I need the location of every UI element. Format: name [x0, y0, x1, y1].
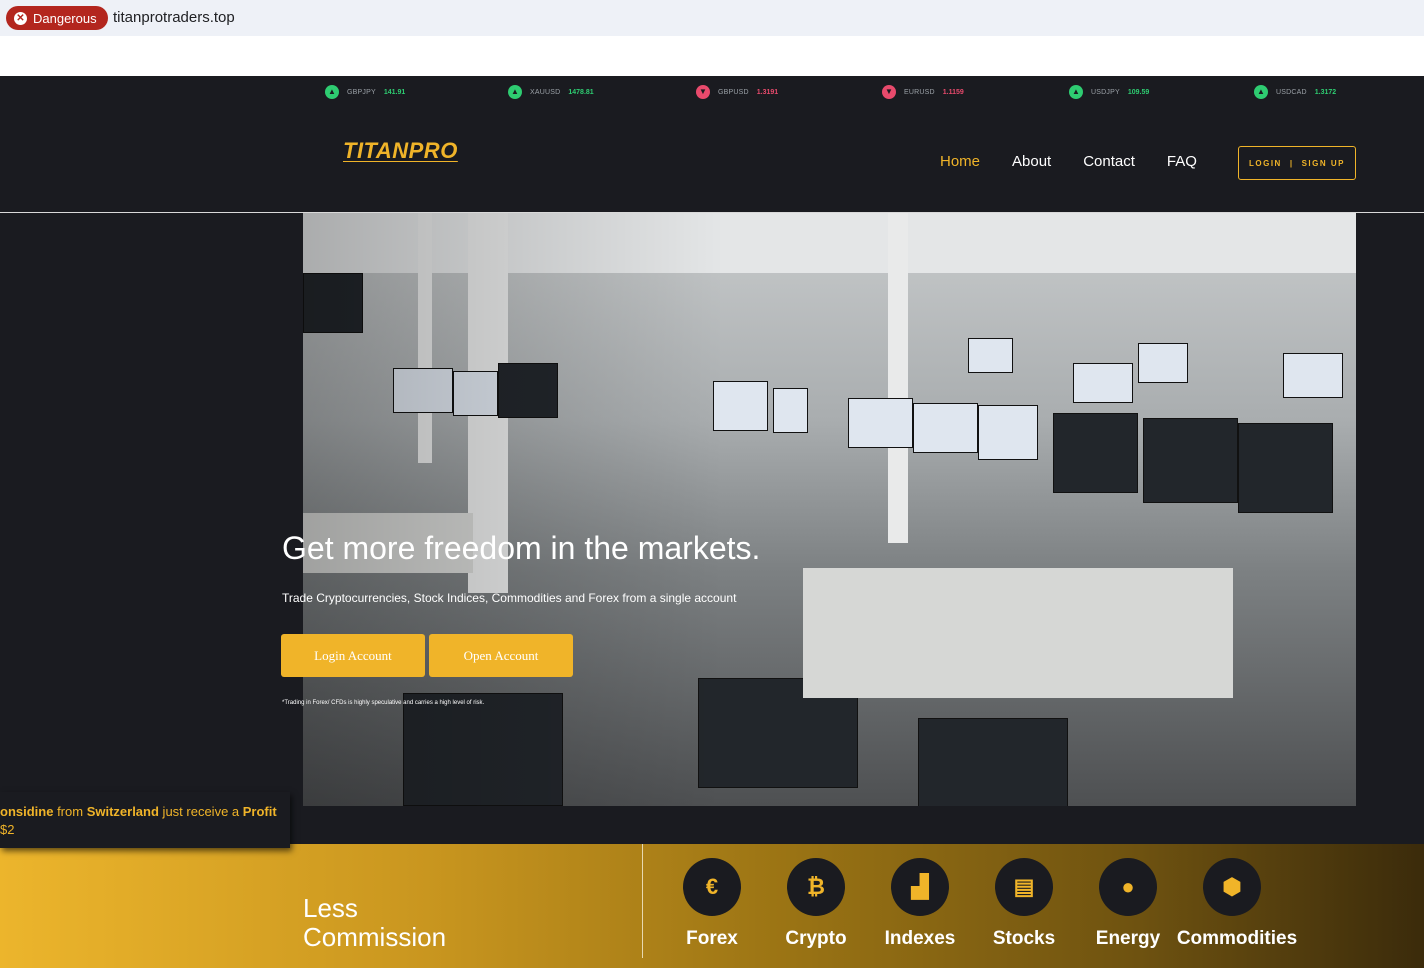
main-nav: Home About Contact FAQ [940, 153, 1197, 170]
ticker-symbol: USDJPY [1091, 88, 1120, 96]
security-warning-chip[interactable]: ✕ Dangerous [6, 6, 108, 30]
ticker-item: ▼ GBPUSD 1.3191 [696, 85, 778, 99]
area-chart-icon: ▟ [891, 858, 949, 916]
hero-title-highlight: freedom [424, 530, 542, 566]
ticker-symbol: GBPUSD [718, 88, 749, 96]
band-title: Less Commission [303, 894, 446, 952]
url-text[interactable]: titanprotraders.top [113, 9, 235, 26]
category-label: Forex [686, 928, 738, 949]
danger-icon: ✕ [14, 11, 27, 25]
toast-country: Switzerland [86, 804, 159, 819]
band-separator [642, 844, 643, 958]
arrow-up-icon: ▲ [1254, 85, 1268, 99]
browser-address-bar: ✕ Dangerous titanprotraders.top [0, 0, 1424, 36]
category-label: Stocks [992, 928, 1056, 949]
browser-content-gap [0, 36, 1424, 76]
nav-about[interactable]: About [1012, 153, 1051, 170]
ticker-value: 1.3191 [756, 88, 779, 96]
nav-home[interactable]: Home [940, 153, 980, 170]
toast-line1: onsidine from Switzerland just receive a… [0, 804, 277, 819]
ticker-item: ▲ GBPJPY 141.91 [325, 85, 405, 99]
ticker-value: 109.59 [1127, 88, 1150, 96]
ticker-item: ▲ USDJPY 109.59 [1069, 85, 1149, 99]
bitcoin-icon: ₿ [787, 858, 845, 916]
band-title-line2: Commission [303, 922, 447, 952]
ticker-value: 1.1159 [942, 88, 964, 96]
hero-title: Get more freedom in the markets. [282, 530, 760, 567]
toast-name: onsidine [0, 804, 54, 819]
ticker-value: 1478.81 [568, 88, 594, 96]
markets-band: Less Commission € Forex ₿ Crypto ▟ Index… [0, 844, 1424, 968]
open-account-button[interactable]: Open Account [429, 634, 573, 677]
category-crypto[interactable]: ₿ Crypto [756, 858, 876, 950]
category-stocks[interactable]: ▤ Stocks [964, 858, 1084, 950]
hero-trading-floor-image [303, 213, 1356, 806]
category-label: Indexes [884, 928, 956, 949]
hero-title-start: Get more [282, 530, 425, 566]
ticker-symbol: EURUSD [904, 88, 935, 96]
toast-middle: just receive a [158, 804, 243, 819]
site-logo[interactable]: TITANPRO [343, 138, 458, 164]
band-title-line1: Less [303, 893, 358, 923]
toast-line2: $2 [0, 822, 15, 837]
category-label: Commodities [1176, 928, 1298, 949]
ticker-value: 1.3172 [1314, 88, 1337, 96]
price-ticker: ▲ GBPJPY 141.91 ▲ XAUUSD 1478.81 ▼ GBPUS… [0, 76, 1424, 110]
login-account-button[interactable]: Login Account [281, 634, 425, 677]
nav-contact[interactable]: Contact [1083, 153, 1135, 170]
ticker-symbol: GBPJPY [347, 88, 376, 96]
profit-notification-toast[interactable]: onsidine from Switzerland just receive a… [0, 792, 290, 848]
login-link[interactable]: LOGIN [1249, 159, 1282, 168]
site-page: ▲ GBPJPY 141.91 ▲ XAUUSD 1478.81 ▼ GBPUS… [0, 76, 1424, 968]
nav-faq[interactable]: FAQ [1167, 153, 1197, 170]
category-label: Crypto [785, 928, 847, 949]
ticker-item: ▼ EURUSD 1.1159 [882, 85, 964, 99]
ticker-item: ▲ USDCAD 1.3172 [1254, 85, 1336, 99]
ticker-item: ▲ XAUUSD 1478.81 [508, 85, 594, 99]
hero-title-end: in the markets. [541, 530, 761, 566]
euro-icon: € [683, 858, 741, 916]
auth-divider: | [1289, 158, 1294, 168]
arrow-up-icon: ▲ [325, 85, 339, 99]
category-commodities[interactable]: ⬢ Commodities [1172, 858, 1297, 950]
hero-subtitle: Trade Cryptocurrencies, Stock Indices, C… [282, 591, 737, 605]
document-chart-icon: ▤ [995, 858, 1053, 916]
box-icon: ⬢ [1203, 858, 1261, 916]
signup-link[interactable]: SIGN UP [1302, 159, 1345, 168]
security-label: Dangerous [33, 10, 97, 26]
drop-icon: ● [1099, 858, 1157, 916]
toast-profit: Profit [242, 804, 277, 819]
login-signup-button[interactable]: LOGIN | SIGN UP [1238, 146, 1356, 180]
category-forex[interactable]: € Forex [652, 858, 772, 950]
ticker-symbol: USDCAD [1276, 88, 1307, 96]
arrow-up-icon: ▲ [508, 85, 522, 99]
ticker-symbol: XAUUSD [530, 88, 561, 96]
arrow-up-icon: ▲ [1069, 85, 1083, 99]
toast-from: from [53, 804, 87, 819]
category-indexes[interactable]: ▟ Indexes [860, 858, 980, 950]
arrow-down-icon: ▼ [696, 85, 710, 99]
arrow-down-icon: ▼ [882, 85, 896, 99]
ticker-value: 141.91 [383, 88, 406, 96]
risk-disclaimer: *Trading in Forex/ CFDs is highly specul… [282, 700, 485, 706]
